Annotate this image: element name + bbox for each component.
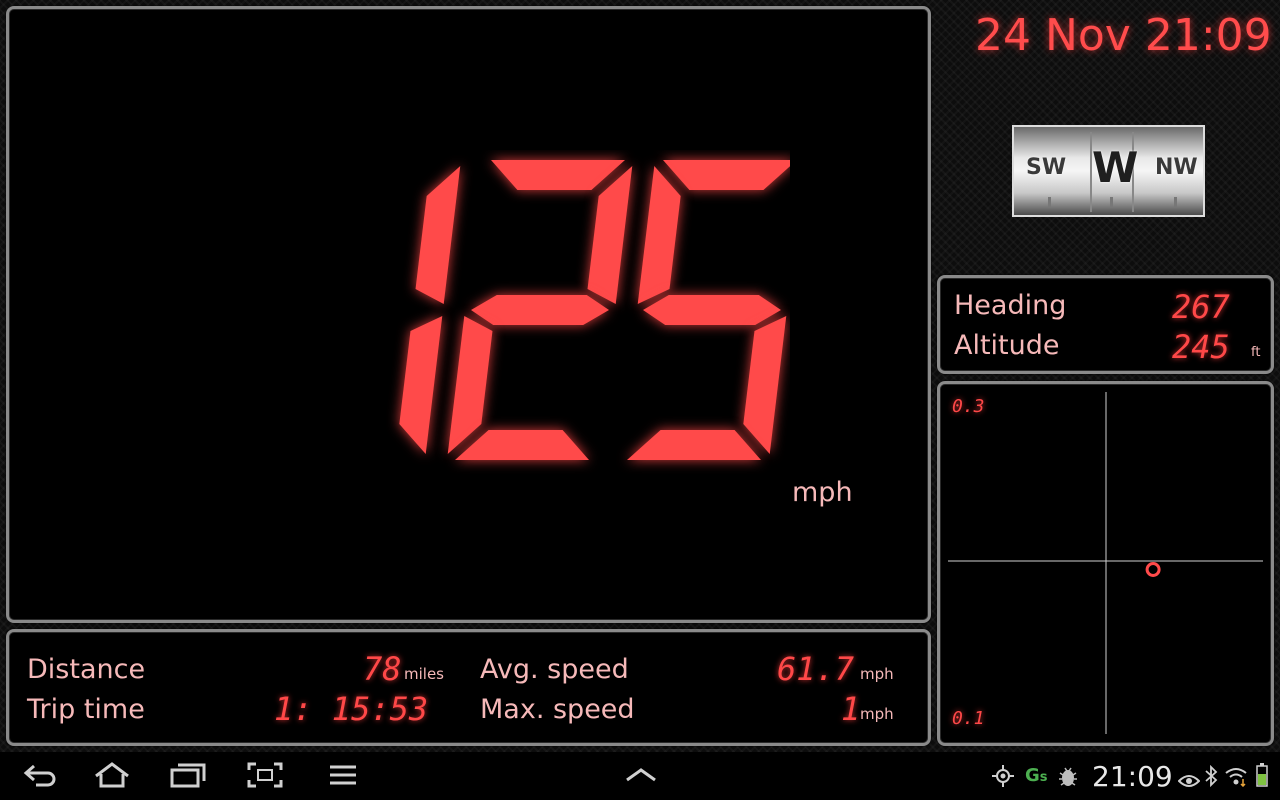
- menu-icon[interactable]: [328, 762, 358, 795]
- altitude-unit: ft: [1251, 345, 1261, 360]
- speed-digit-segment: [471, 295, 609, 325]
- speed-display: [399, 160, 790, 460]
- altitude-label: Altitude: [954, 330, 1060, 361]
- avg-speed-label: Avg. speed: [480, 654, 629, 685]
- system-bar: Gs 21:09: [0, 752, 1280, 800]
- speed-digit-segment: [455, 430, 589, 460]
- avg-speed-value: 61.7: [777, 650, 855, 688]
- plot-top-label: 0.3: [952, 396, 985, 417]
- speed-digit-segment: [491, 160, 625, 190]
- screenshot-icon[interactable]: [247, 762, 283, 795]
- heading-altitude-panel: Heading 267 Altitude 245 ft: [937, 275, 1274, 374]
- speed-unit: mph: [792, 477, 853, 508]
- back-icon[interactable]: [22, 762, 58, 795]
- speed-digit-segment: [399, 316, 443, 454]
- crosshair-plot: [948, 392, 1263, 734]
- accelerometer-panel: 0.3 0.1: [937, 381, 1274, 746]
- heading-label: Heading: [954, 290, 1067, 321]
- chevron-up-icon[interactable]: [624, 762, 658, 795]
- gs-app-icon: Gs: [1025, 765, 1048, 786]
- speed-digit-segment: [415, 166, 461, 304]
- trip-time-value: 1: 15:53: [274, 690, 429, 728]
- altitude-value: 245: [1172, 328, 1230, 366]
- compass-left-mark: SW: [1026, 155, 1067, 180]
- battery-icon: [1256, 762, 1268, 795]
- plot-bottom-label: 0.1: [952, 708, 985, 729]
- compass-center-mark: W: [1092, 143, 1139, 192]
- trip-time-label: Trip time: [27, 694, 145, 725]
- speed-digit-segment: [643, 295, 781, 325]
- debug-icon: [1058, 764, 1078, 794]
- avg-speed-unit: mph: [860, 665, 894, 683]
- eye-icon: [1177, 766, 1201, 796]
- compass-strip: SW W NW: [1012, 125, 1205, 217]
- recent-apps-icon[interactable]: [170, 762, 206, 795]
- trip-panel: Distance 78 miles Trip time 1: 15:53 Avg…: [6, 629, 931, 746]
- speed-digit-segment: [743, 316, 787, 454]
- home-icon[interactable]: [92, 762, 132, 795]
- compass-right-mark: NW: [1155, 155, 1198, 180]
- distance-label: Distance: [27, 654, 146, 685]
- gps-icon: [992, 764, 1014, 794]
- bluetooth-icon: [1204, 764, 1218, 794]
- speed-digit-segment: [663, 160, 790, 190]
- compass-tick: [1048, 197, 1051, 207]
- distance-value: 78: [363, 650, 402, 688]
- compass-tick: [1110, 197, 1113, 207]
- plot-point: [1145, 562, 1161, 577]
- max-speed-label: Max. speed: [480, 694, 635, 725]
- max-speed-value: 1: [841, 690, 861, 728]
- distance-unit: miles: [404, 665, 444, 683]
- speed-digit-segment: [637, 166, 681, 304]
- heading-value: 267: [1172, 288, 1230, 326]
- date-time-display: 24 Nov 21:09: [975, 10, 1272, 61]
- compass-tick: [1174, 197, 1177, 207]
- speed-digit-segment: [627, 430, 761, 460]
- max-speed-unit: mph: [860, 705, 894, 723]
- wifi-icon: [1224, 764, 1248, 794]
- status-time: 21:09: [1092, 760, 1173, 793]
